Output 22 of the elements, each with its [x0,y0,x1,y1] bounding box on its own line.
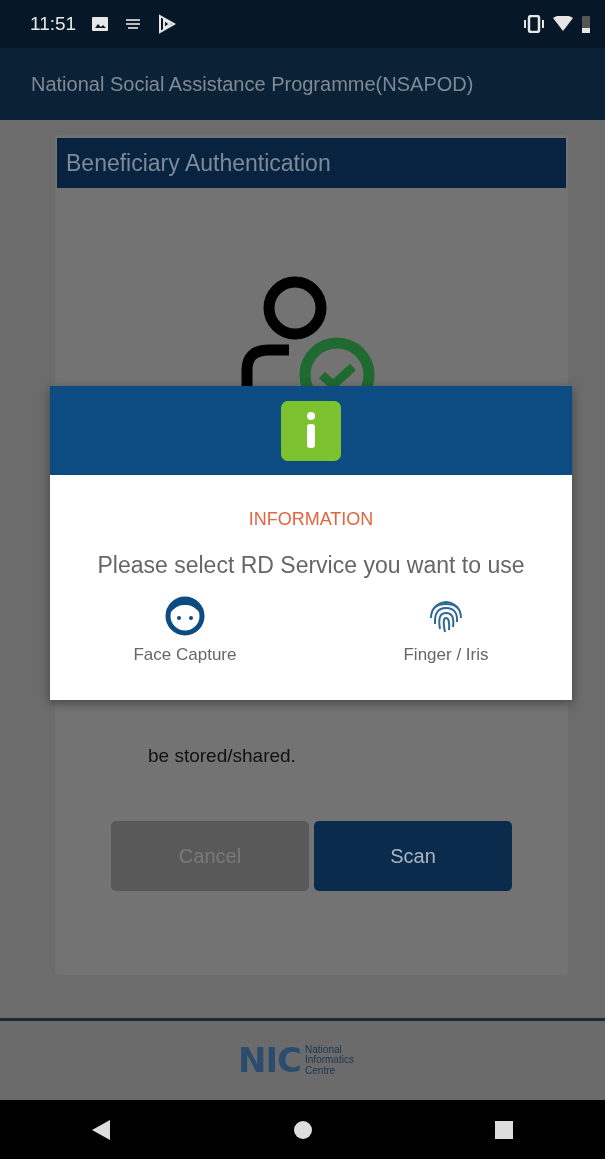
consent-text: be stored/shared. [148,744,296,768]
battery-icon [581,14,591,34]
scan-button[interactable]: Scan [314,820,512,891]
nic-logo-caption: National Informatics Centre [305,1044,355,1077]
dialog-title: INFORMATION [247,508,375,531]
dialog-message: Please select RD Service you want to use [96,551,526,580]
recents-icon[interactable] [495,1120,514,1139]
notification-icon [124,17,143,31]
wifi-icon [553,16,573,32]
face-capture-option[interactable]: Face Capture [133,596,237,668]
back-icon[interactable] [91,1119,110,1140]
finger-iris-option[interactable]: Finger / Iris [403,596,489,668]
nic-logo-text: NIC [237,1039,302,1082]
face-icon [165,596,205,637]
card-title: Beneficiary Authentication [57,138,566,188]
image-notification-icon [92,17,109,31]
vibrate-icon [523,15,545,33]
play-icon [158,14,177,34]
info-icon [281,400,341,461]
status-time: 11:51 [30,11,77,36]
home-icon[interactable] [292,1119,313,1140]
app-title: National Social Assistance Programme(NSAPOD) [31,72,474,97]
